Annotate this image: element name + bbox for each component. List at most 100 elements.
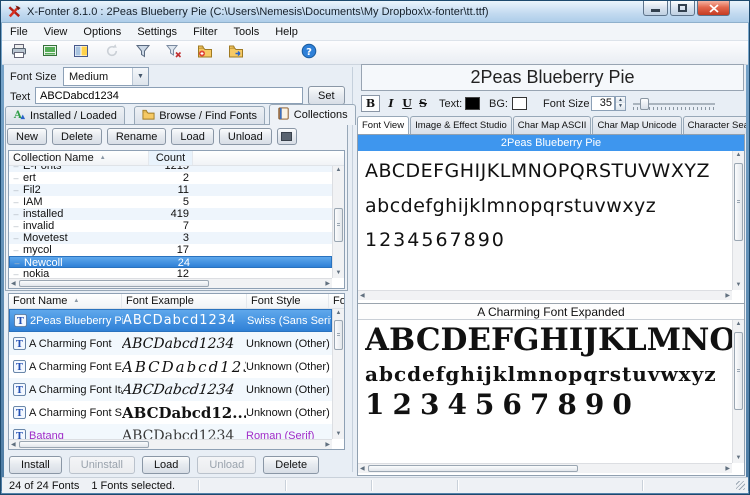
scroll-up-icon[interactable]: ▲ — [333, 309, 344, 318]
chevron-down-icon[interactable]: ▼ — [132, 68, 148, 85]
font-row-2peas-blueberry-pie[interactable]: T 2Peas Blueberry Pie ABCDabcd1234 Swiss (S… — [9, 309, 332, 332]
scroll-left-icon[interactable]: ◀ — [11, 280, 16, 288]
font-size-select[interactable]: Medium ▼ — [63, 67, 149, 86]
fonts-horizontal-scrollbar[interactable]: ◀ ▶ — [9, 439, 332, 449]
install-font-button[interactable]: Install — [9, 456, 62, 474]
collection-row-invalid[interactable]: – invalid 7 — [9, 220, 332, 232]
tab-installed-loaded[interactable]: A Installed / Loaded — [5, 106, 125, 125]
scroll-down-icon[interactable]: ▼ — [733, 454, 744, 463]
tab-char-map-ascii[interactable]: Char Map ASCII — [512, 116, 592, 134]
preview-vertical-scrollbar[interactable]: ▲ ▼ — [732, 320, 744, 463]
preview-font-size-input[interactable]: 35 — [591, 96, 615, 111]
help-button[interactable]: ? — [298, 43, 320, 63]
fonts-vertical-scrollbar[interactable]: ▲ ▼ — [332, 309, 344, 439]
open-folder-button[interactable] — [225, 43, 247, 63]
scroll-down-icon[interactable]: ▼ — [333, 430, 344, 439]
collection-row-ert[interactable]: – ert 2 — [9, 172, 332, 184]
slider-thumb[interactable] — [640, 98, 649, 110]
install-folder-button[interactable] — [194, 43, 216, 63]
font-example-column-header[interactable]: Font Example — [122, 294, 247, 308]
collection-extra-button[interactable] — [276, 128, 297, 145]
title-bar[interactable]: X-Fonter 8.1.0 : 2Peas Blueberry Pie (C:… — [1, 1, 749, 23]
preview-panel-button[interactable] — [70, 43, 92, 63]
tab-collections[interactable]: Collections — [268, 104, 356, 125]
font-row-a-charming-font-italic[interactable]: T A Charming Font ItalicABCDabcd1234 Unkno… — [9, 378, 332, 401]
collection-row-newcoll[interactable]: – Newcoll 24 — [9, 256, 332, 269]
preview-text-input[interactable] — [35, 87, 303, 104]
collection-row-mycol[interactable]: – mycol 17 — [9, 244, 332, 256]
delete-font-button[interactable]: Delete — [263, 456, 320, 474]
font-size-down-icon[interactable]: ▼ — [615, 103, 626, 111]
collection-row-nokia[interactable]: – nokia 12 — [9, 268, 332, 278]
maximize-button[interactable] — [670, 1, 695, 16]
new-collection-button[interactable]: New — [7, 128, 48, 145]
scroll-right-icon[interactable]: ▶ — [725, 465, 730, 474]
format-column-header[interactable]: For — [329, 294, 344, 308]
menu-item-tools[interactable]: Tools — [226, 23, 268, 40]
scrollbar-thumb[interactable] — [734, 332, 743, 410]
menu-item-filter[interactable]: Filter — [185, 23, 225, 40]
load-font-button[interactable]: Load — [141, 456, 191, 474]
bg-color-swatch[interactable] — [512, 97, 527, 110]
rename-collection-button[interactable]: Rename — [106, 128, 167, 145]
menu-item-file[interactable]: File — [2, 23, 36, 40]
font-style-column-header[interactable]: Font Style — [247, 294, 329, 308]
collection-row-installed[interactable]: – installed 419 — [9, 208, 332, 220]
preview-horizontal-scrollbar[interactable]: ◀ ▶ — [358, 290, 732, 300]
tab-image-effect-studio[interactable]: Image & Effect Studio — [410, 116, 512, 134]
collection-row-iam[interactable]: – IAM 5 — [9, 196, 332, 208]
scrollbar-thumb[interactable] — [19, 441, 149, 448]
collections-horizontal-scrollbar[interactable]: ◀ ▶ — [9, 278, 332, 288]
bold-button[interactable]: B — [361, 95, 380, 112]
filter-remove-button[interactable] — [163, 43, 185, 63]
scroll-up-icon[interactable]: ▲ — [733, 151, 744, 160]
charmap-button[interactable] — [39, 43, 61, 63]
count-column-header[interactable]: Count — [149, 151, 193, 165]
close-button[interactable] — [697, 1, 730, 16]
font-row-a-charming-font-su[interactable]: T A Charming Font Su...ABCDabcd12...Unkno… — [9, 401, 332, 424]
minimize-button[interactable] — [643, 1, 668, 16]
scroll-left-icon[interactable]: ◀ — [360, 292, 365, 301]
set-text-button[interactable]: Set — [308, 86, 345, 105]
unload-collection-button[interactable]: Unload — [218, 128, 272, 145]
menu-item-view[interactable]: View — [36, 23, 76, 40]
menu-item-help[interactable]: Help — [267, 23, 306, 40]
scroll-right-icon[interactable]: ▶ — [325, 441, 330, 449]
scroll-right-icon[interactable]: ▶ — [325, 280, 330, 288]
delete-collection-button[interactable]: Delete — [52, 128, 102, 145]
text-color-swatch[interactable] — [465, 97, 480, 110]
menu-item-settings[interactable]: Settings — [129, 23, 185, 40]
collection-name-column-header[interactable]: Collection Name ▲ — [9, 151, 149, 165]
scrollbar-thumb[interactable] — [334, 320, 343, 350]
tab-character-search[interactable]: Character Search — [682, 116, 746, 134]
scrollbar-thumb[interactable] — [368, 465, 578, 472]
font-row-a-charming-font[interactable]: T A Charming Font ABCDabcd1234 Unknown (Oth… — [9, 332, 332, 355]
scroll-up-icon[interactable]: ▲ — [333, 166, 344, 175]
collection-row-fil2[interactable]: – Fil2 11 — [9, 184, 332, 196]
scroll-left-icon[interactable]: ◀ — [360, 465, 365, 474]
scroll-down-icon[interactable]: ▼ — [333, 269, 344, 278]
scroll-right-icon[interactable]: ▶ — [725, 292, 730, 301]
italic-button[interactable]: I — [384, 95, 398, 112]
scroll-left-icon[interactable]: ◀ — [11, 441, 16, 449]
load-collection-button[interactable]: Load — [171, 128, 214, 145]
font-row-batang[interactable]: T Batang ABCDabcd1234 Roman (Serif) — [9, 424, 332, 439]
resize-grip[interactable] — [736, 481, 745, 490]
tab-browse-find-fonts[interactable]: Browse / Find Fonts — [134, 106, 266, 125]
scroll-down-icon[interactable]: ▼ — [733, 281, 744, 290]
tab-char-map-unicode[interactable]: Char Map Unicode — [592, 116, 682, 134]
scrollbar-thumb[interactable] — [334, 208, 343, 242]
menu-item-options[interactable]: Options — [75, 23, 129, 40]
font-size-slider[interactable] — [633, 97, 715, 111]
scroll-up-icon[interactable]: ▲ — [733, 320, 744, 329]
print-button[interactable] — [8, 43, 30, 63]
strikethrough-button[interactable]: S — [416, 95, 430, 112]
preview-horizontal-scrollbar[interactable]: ◀ ▶ — [358, 463, 732, 473]
collections-vertical-scrollbar[interactable]: ▲ ▼ — [332, 166, 344, 278]
collection-row-movetest[interactable]: – Movetest 3 — [9, 232, 332, 244]
tab-font-view[interactable]: Font View — [357, 116, 410, 134]
preview-vertical-scrollbar[interactable]: ▲ ▼ — [732, 151, 744, 290]
font-row-a-charming-font-ex[interactable]: T A Charming Font Ex...ABCDabcd1234Unknow… — [9, 355, 332, 378]
font-name-column-header[interactable]: Font Name ▲ — [9, 294, 122, 308]
underline-button[interactable]: U — [400, 95, 414, 112]
